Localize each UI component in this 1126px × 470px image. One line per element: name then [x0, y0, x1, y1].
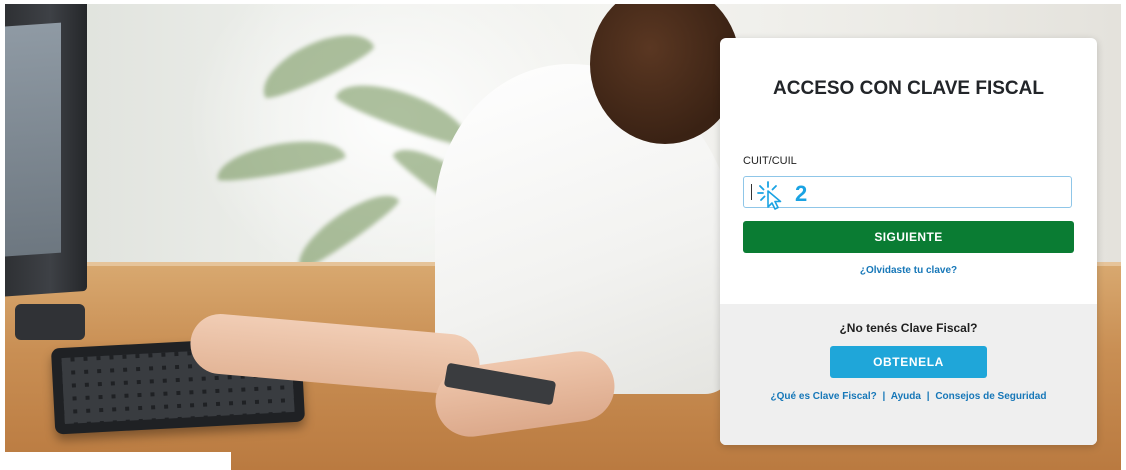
monitor-screen: [5, 22, 61, 257]
ayuda-link[interactable]: Ayuda: [891, 391, 921, 402]
link-separator: |: [882, 391, 886, 402]
monitor: [5, 4, 87, 298]
siguiente-button[interactable]: SIGUIENTE: [743, 221, 1074, 253]
login-card: ACCESO CON CLAVE FISCAL CUIT/CUIL SIGUIE…: [720, 38, 1097, 445]
cuit-input[interactable]: [743, 176, 1072, 208]
corner-blank: [5, 452, 231, 470]
que-es-clave-link[interactable]: ¿Qué es Clave Fiscal?: [771, 391, 877, 402]
consejos-seguridad-link[interactable]: Consejos de Seguridad: [935, 391, 1046, 402]
cuit-label: CUIT/CUIL: [743, 155, 797, 167]
link-separator: |: [926, 391, 930, 402]
register-section: ¿No tenés Clave Fiscal? OBTENELA ¿Qué es…: [720, 304, 1097, 445]
click-pointer-icon: [757, 181, 782, 210]
step-number: 2: [795, 181, 808, 206]
login-title: ACCESO CON CLAVE FISCAL: [773, 78, 1044, 99]
forgot-password-link[interactable]: ¿Olvidaste tu clave?: [720, 265, 1097, 276]
footer-links: ¿Qué es Clave Fiscal? | Ayuda | Consejos…: [760, 389, 1057, 405]
obtenela-button[interactable]: OBTENELA: [830, 346, 987, 378]
no-clave-question: ¿No tenés Clave Fiscal?: [839, 321, 978, 335]
text-caret: [751, 184, 752, 200]
monitor-stand: [15, 304, 85, 340]
